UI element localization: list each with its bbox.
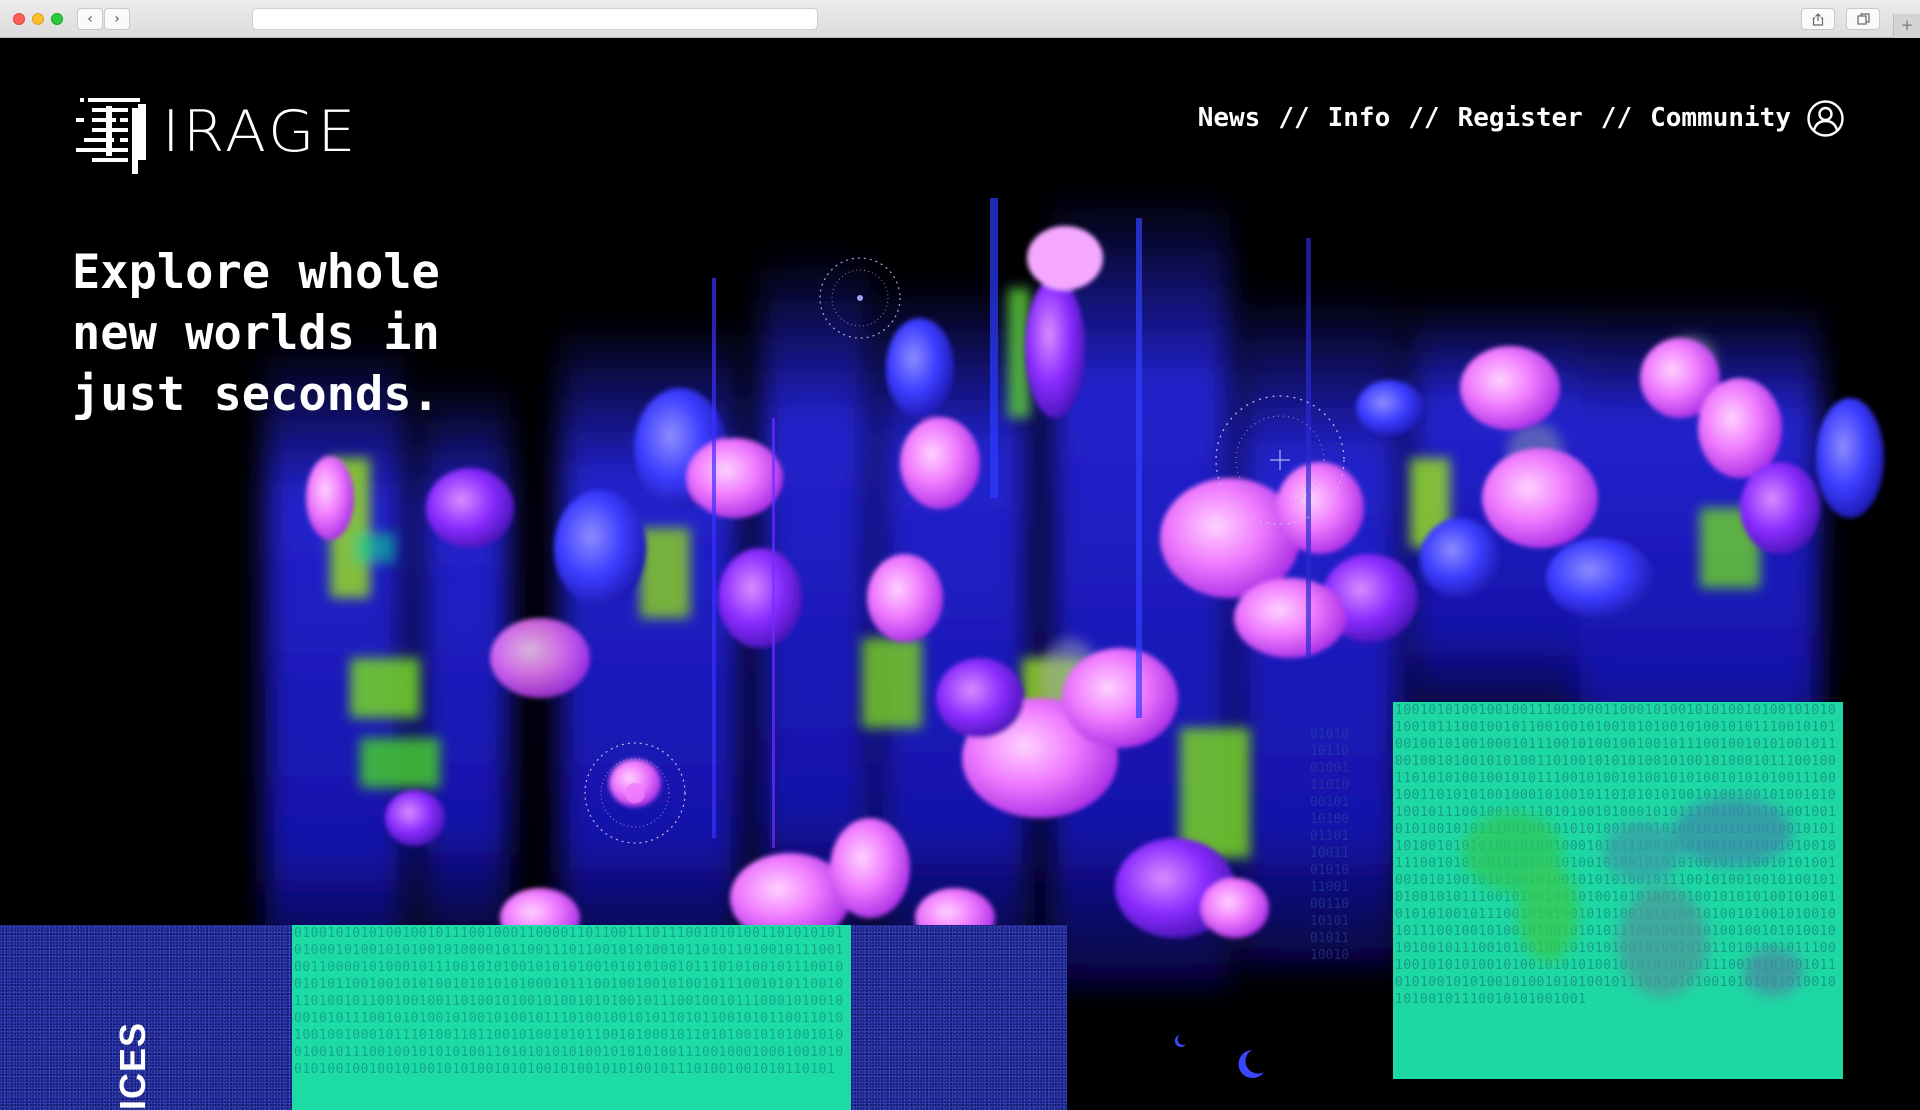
zoom-window-button[interactable] [51,13,63,25]
nav-news[interactable]: News [1198,103,1261,133]
tabs-icon [1857,13,1870,25]
site-logo[interactable]: IRAGE [76,96,355,176]
close-window-button[interactable] [13,13,25,25]
nav-separator: // [1408,103,1440,133]
section-side-label: ICES [112,1021,153,1110]
binary-tile: 0100101010100100101110010001100001101100… [292,925,851,1110]
chevron-right-icon: › [114,11,120,27]
nav-register[interactable]: Register [1458,103,1583,133]
reticle-icon [819,257,901,339]
share-icon [1812,13,1824,26]
browser-chrome: ‹ › + [0,0,1920,38]
nav-community[interactable]: Community [1650,103,1791,133]
binary-text: 0100101010100100101110010001100001101100… [294,926,844,1077]
reticle-icon [1215,395,1345,525]
main-nav: News // Info // Register // Community [1198,98,1844,138]
minimize-window-button[interactable] [32,13,44,25]
nav-info[interactable]: Info [1328,103,1391,133]
user-circle-icon[interactable] [1807,99,1844,137]
logo-mark-icon [76,98,146,174]
web-page: 01010 10110 01001 11010 00101 10100 0110… [0,38,1920,1110]
show-tabs-button[interactable] [1846,8,1880,30]
binary-tile: 1001010100100100111001000110001010010101… [1393,702,1843,1079]
share-button[interactable] [1801,8,1835,30]
back-button[interactable]: ‹ [77,8,103,30]
new-tab-button[interactable]: + [1893,14,1920,38]
logo-wordmark: IRAGE [162,98,359,166]
hero-headline: Explore whole new worlds in just seconds… [72,245,440,422]
nav-separator: // [1278,103,1310,133]
reticle-icon [584,742,686,844]
nav-separator: // [1600,103,1633,133]
chevron-left-icon: ‹ [87,11,93,27]
address-bar[interactable] [252,8,818,30]
binary-text: 1001010100100100111001000110001010010101… [1395,703,1837,1007]
plus-icon: + [1900,16,1914,34]
forward-button[interactable]: › [104,8,130,30]
